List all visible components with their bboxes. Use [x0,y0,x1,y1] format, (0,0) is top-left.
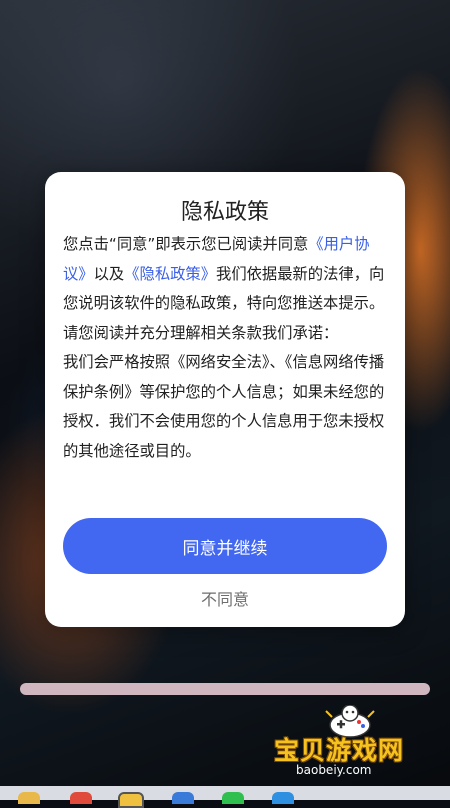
app-icon[interactable] [118,792,144,808]
chrome-icon[interactable] [70,792,92,804]
watermark-url: baobeiy.com [296,763,372,777]
folder-icon[interactable] [18,792,40,804]
dialog-body: 您点击“同意”即表示您已阅读并同意《用户协议》以及《隐私政策》我们依据最新的法律… [63,230,387,466]
agree-continue-button[interactable]: 同意并继续 [63,518,387,574]
browser-icon[interactable] [272,792,294,804]
disagree-button[interactable]: 不同意 [45,586,405,610]
dialog-title: 隐私政策 [180,200,269,225]
watermark-site-name: 宝贝游戏网 [274,736,405,765]
watermark: 宝贝游戏网 baobeiy.com [270,705,440,780]
privacy-policy-link[interactable]: 《隐私政策》 [124,265,216,283]
shield-icon[interactable] [172,792,194,804]
consent-text: 您点击“同意”即表示您已阅读并同意 [63,235,309,253]
promise-text: 我们会严格按照《网络安全法》、《信息网络传播保护条例》等保护您的个人信息；如果未… [63,353,385,460]
wechat-icon[interactable] [222,792,244,804]
privacy-policy-dialog: 隐私政策 您点击“同意”即表示您已阅读并同意《用户协议》以及《隐私政策》我们依据… [45,172,405,627]
home-indicator-bar[interactable] [20,683,430,695]
taskbar [0,786,450,808]
and-text: 以及 [93,264,125,283]
